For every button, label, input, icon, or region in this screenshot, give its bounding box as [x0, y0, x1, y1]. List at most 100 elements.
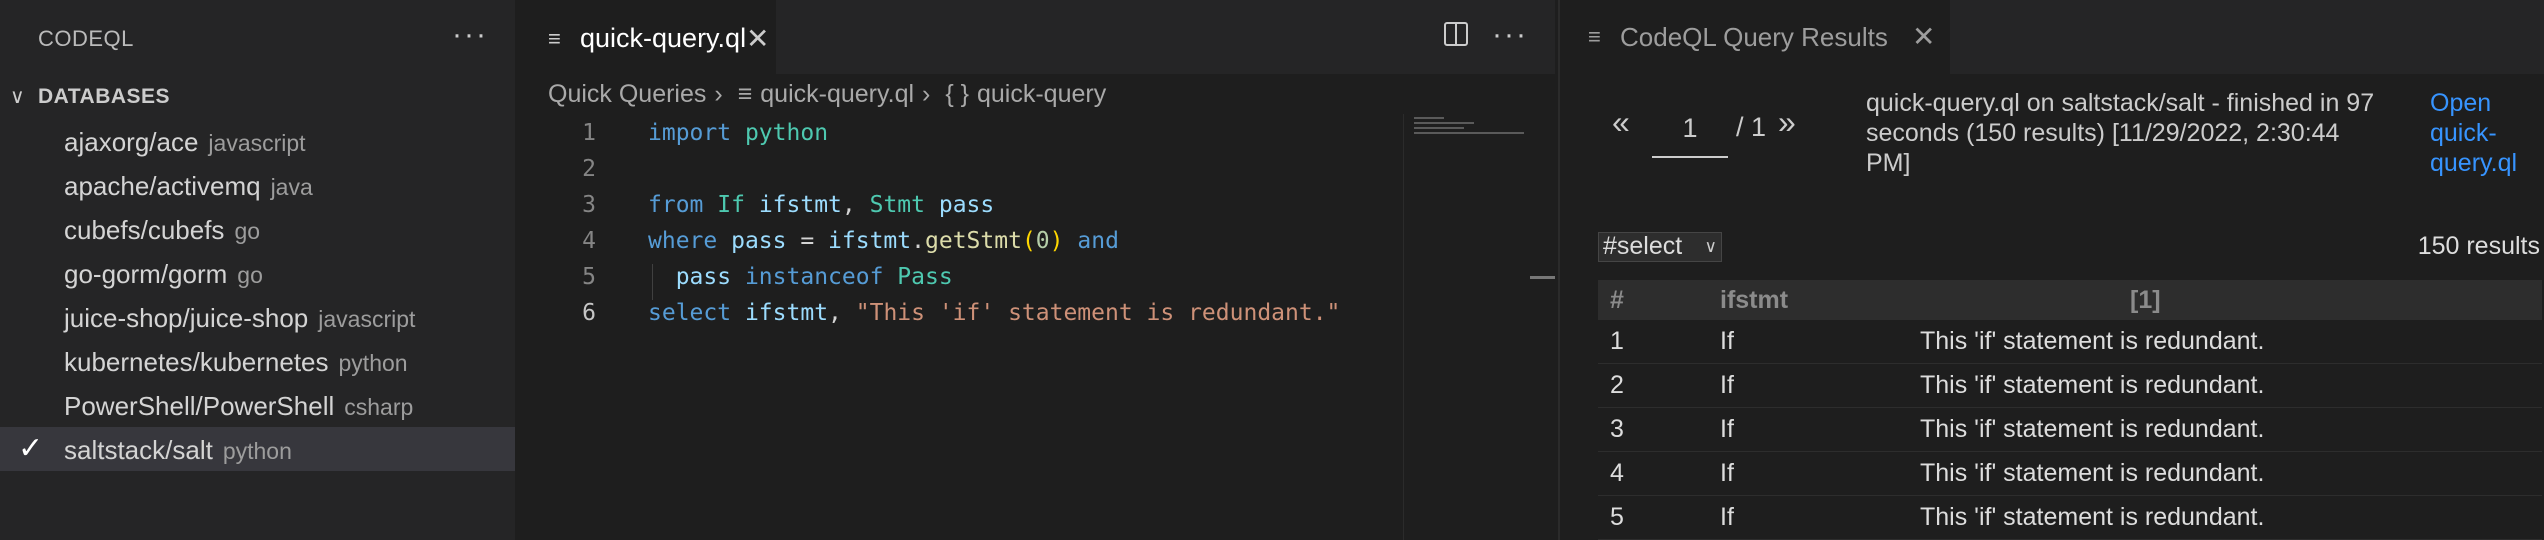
- database-language: go: [237, 262, 263, 288]
- database-name: apache/activemq: [64, 171, 261, 201]
- file-lines-icon: ≡: [548, 26, 561, 51]
- breadcrumb-file[interactable]: quick-query.ql: [760, 80, 914, 108]
- table-row: 1 If This 'if' statement is redundant.: [1598, 320, 2542, 364]
- database-language: python: [222, 438, 292, 464]
- line-number: 6: [582, 300, 596, 326]
- database-language: javascript: [318, 306, 416, 332]
- code-line: 4 where pass = ifstmt.getStmt(0) and: [518, 224, 1398, 260]
- chevron-right-icon: ›: [714, 80, 723, 108]
- sidebar-title: CODEQL: [38, 26, 134, 51]
- result-set-select[interactable]: #select ∨: [1598, 232, 1722, 262]
- result-location-link[interactable]: If: [1720, 451, 1920, 496]
- line-number: 4: [582, 228, 596, 254]
- minimap-divider: [1403, 114, 1404, 540]
- keyword-token: where: [648, 228, 718, 254]
- editor-tab-bar: ≡ quick-query.ql ✕ ···: [518, 0, 1555, 76]
- number-token: 0: [1035, 228, 1050, 254]
- code-line-current: 6 select ifstmt, "This 'if' statement is…: [518, 296, 1398, 332]
- database-language: go: [234, 218, 261, 244]
- split-editor-icon[interactable]: [1444, 22, 1468, 46]
- table-row: 5 If This 'if' statement is redundant.: [1598, 495, 2542, 540]
- database-item-selected[interactable]: ✓ saltstack/salt python: [0, 427, 515, 471]
- database-item[interactable]: kubernetes/kubernetes python: [0, 339, 515, 383]
- column-header-message[interactable]: [1]: [1920, 280, 2542, 320]
- result-message: This 'if' statement is redundant.: [1920, 451, 2542, 496]
- row-index: 1: [1598, 320, 1720, 364]
- tab-codeql-query-results[interactable]: ≡ CodeQL Query Results ✕: [1560, 0, 1950, 74]
- line-number: 3: [582, 192, 596, 218]
- result-location-link[interactable]: If: [1720, 495, 1920, 540]
- chevron-down-icon: ∨: [1704, 237, 1717, 256]
- next-page-icon[interactable]: »: [1778, 104, 1796, 141]
- result-count: 150 results: [2417, 232, 2540, 260]
- database-name: saltstack/salt: [64, 435, 213, 465]
- result-set-value: #select: [1603, 232, 1683, 260]
- tab-label: quick-query.ql: [580, 23, 747, 53]
- open-query-link[interactable]: Open quick-query.ql: [2430, 88, 2540, 178]
- variable-token: pass: [675, 264, 732, 290]
- line-number: 2: [582, 156, 596, 182]
- database-item[interactable]: PowerShell/PowerShell csharp: [0, 383, 515, 427]
- database-language: javascript: [208, 130, 306, 156]
- keyword-token: from: [648, 192, 704, 218]
- chevron-right-icon: ›: [922, 80, 931, 108]
- page-number-input[interactable]: 1: [1652, 106, 1728, 158]
- result-message: This 'if' statement is redundant.: [1920, 407, 2542, 452]
- checkmark-icon: ✓: [18, 432, 44, 465]
- chevron-down-icon: ∨: [10, 86, 25, 108]
- breadcrumb-folder[interactable]: Quick Queries: [548, 80, 706, 108]
- more-actions-icon[interactable]: ···: [1492, 18, 1528, 52]
- table-row: 3 If This 'if' statement is redundant.: [1598, 407, 2542, 452]
- database-item[interactable]: ajaxorg/ace javascript: [0, 119, 515, 163]
- result-location-link[interactable]: If: [1720, 320, 1920, 364]
- variable-token: pass: [731, 228, 787, 254]
- close-icon[interactable]: ✕: [746, 22, 769, 55]
- more-actions-icon[interactable]: ···: [452, 18, 488, 52]
- database-language: java: [270, 174, 313, 200]
- database-item[interactable]: cubefs/cubefs go: [0, 207, 515, 251]
- result-message: This 'if' statement is redundant.: [1920, 320, 2542, 364]
- line-number: 1: [582, 120, 596, 146]
- result-message: This 'if' statement is redundant.: [1920, 363, 2542, 408]
- row-index: 2: [1598, 363, 1720, 408]
- results-table: # ifstmt [1] 1 If This 'if' statement is…: [1598, 280, 2542, 540]
- query-results-panel: ≡ CodeQL Query Results ✕ « 1 / 1 » quick…: [1558, 0, 2544, 540]
- scrollbar-thumb[interactable]: [1530, 276, 1555, 279]
- database-item[interactable]: juice-shop/juice-shop javascript: [0, 295, 515, 339]
- page-total: / 1: [1736, 112, 1767, 142]
- database-language: python: [338, 350, 408, 376]
- database-item[interactable]: go-gorm/gorm go: [0, 251, 515, 295]
- keyword-token: instanceof: [744, 264, 884, 290]
- variable-token: ifstmt: [828, 228, 912, 254]
- code-line: 2: [518, 152, 1398, 188]
- previous-page-icon[interactable]: «: [1612, 104, 1630, 141]
- minimap[interactable]: [1408, 114, 1538, 144]
- string-token: "This 'if' statement is redundant.": [855, 300, 1341, 326]
- code-line: 5 pass instanceof Pass: [518, 260, 1398, 296]
- variable-token: ifstmt: [758, 192, 842, 218]
- result-location-link[interactable]: If: [1720, 407, 1920, 452]
- results-summary: quick-query.ql on saltstack/salt - finis…: [1866, 89, 2375, 177]
- codeql-sidebar: CODEQL ··· ∨ DATABASES ajaxorg/ace javasc…: [0, 0, 515, 540]
- column-header-index[interactable]: #: [1598, 280, 1720, 320]
- keyword-token: import: [648, 120, 732, 146]
- code-line: 3 from If ifstmt, Stmt pass: [518, 188, 1398, 224]
- column-header-ifstmt[interactable]: ifstmt: [1720, 280, 1920, 320]
- code-line: 1 import python: [518, 116, 1398, 152]
- databases-section-header[interactable]: ∨ DATABASES: [0, 82, 515, 112]
- database-item[interactable]: apache/activemq java: [0, 163, 515, 207]
- close-icon[interactable]: ✕: [1912, 20, 1935, 53]
- databases-section-label: DATABASES: [38, 85, 171, 108]
- database-name: ajaxorg/ace: [64, 127, 199, 157]
- editor-group: ≡ quick-query.ql ✕ ··· Quick Queries › ≡ q…: [518, 0, 1555, 540]
- database-name: cubefs/cubefs: [64, 215, 225, 245]
- breadcrumb-symbol[interactable]: quick-query: [977, 80, 1106, 108]
- result-location-link[interactable]: If: [1720, 363, 1920, 408]
- table-row: 4 If This 'if' statement is redundant.: [1598, 451, 2542, 496]
- database-name: PowerShell/PowerShell: [64, 391, 335, 421]
- keyword-token: select: [648, 300, 732, 326]
- braces-icon: { }: [945, 80, 969, 108]
- database-name: kubernetes/kubernetes: [64, 347, 329, 377]
- tab-quick-query[interactable]: ≡ quick-query.ql ✕: [518, 0, 776, 76]
- indent-guide: [652, 264, 653, 300]
